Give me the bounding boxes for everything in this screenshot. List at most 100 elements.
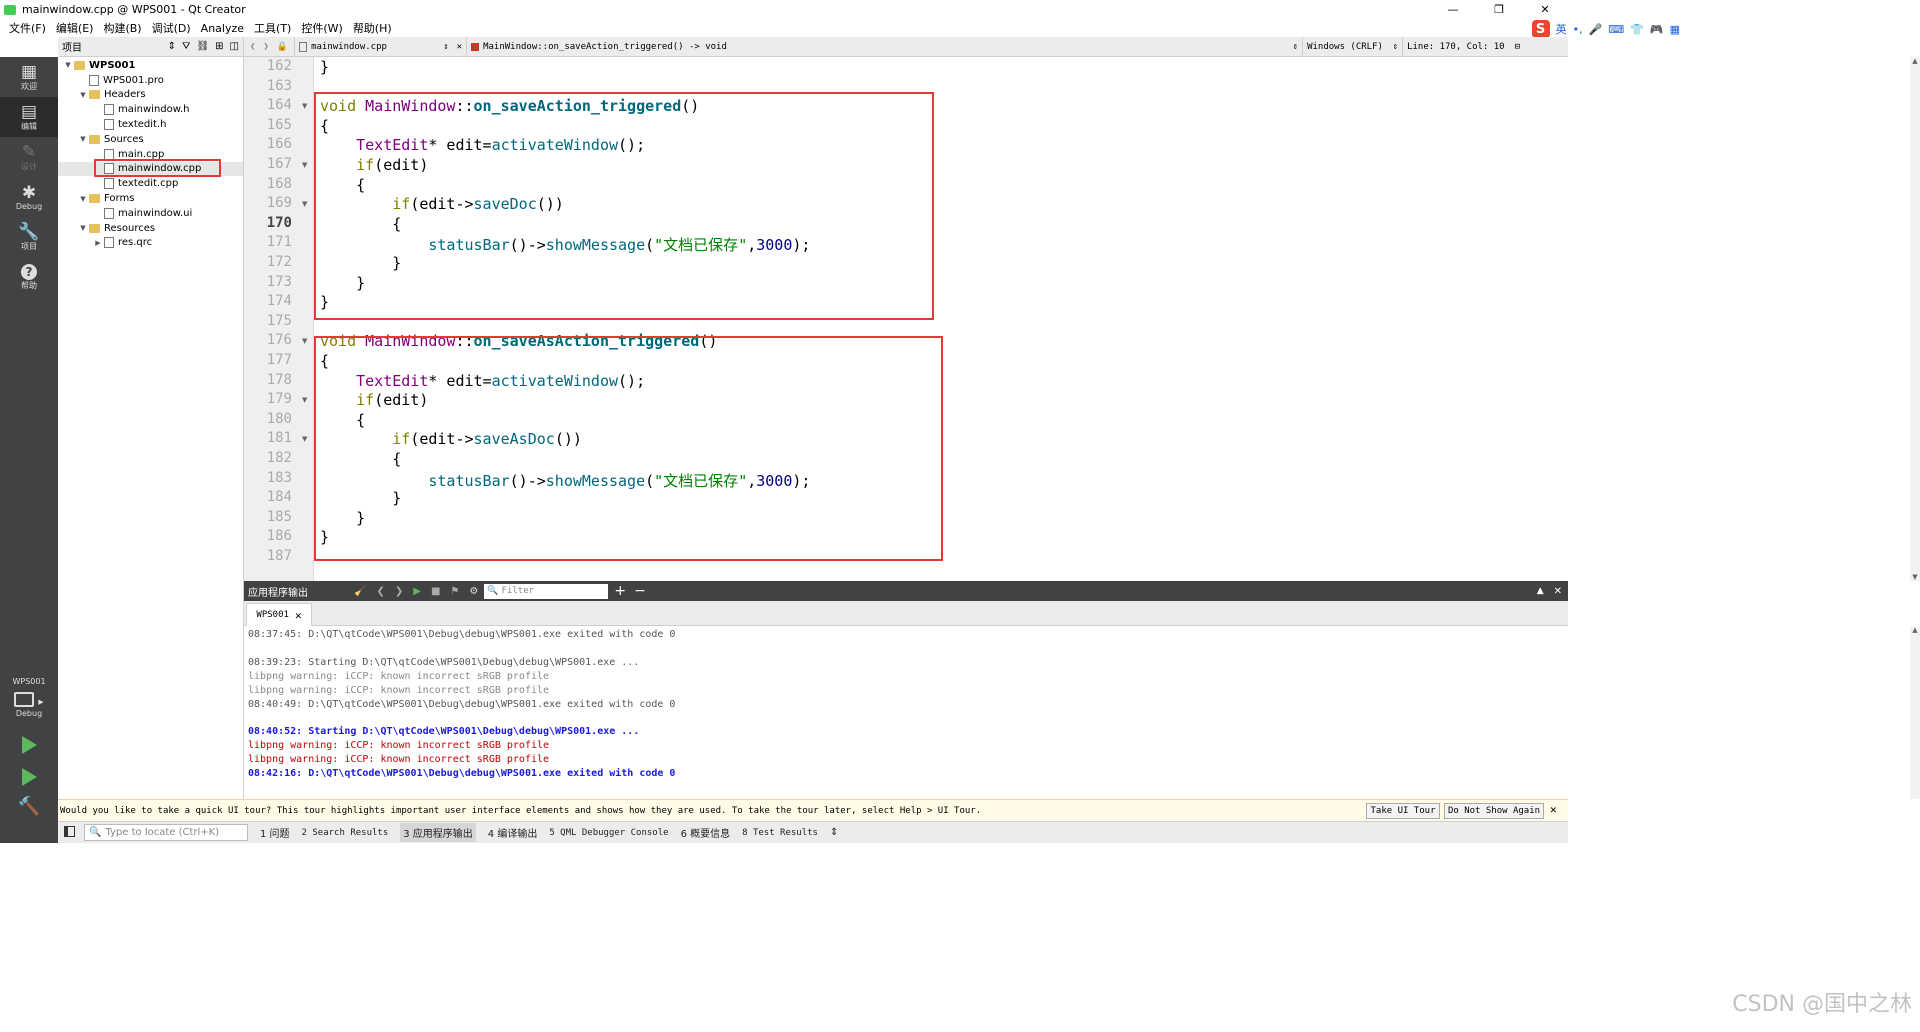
project-panel-title[interactable]: 项目 bbox=[62, 39, 82, 54]
next-item-icon[interactable]: ❯ bbox=[395, 586, 403, 597]
tree-item[interactable]: ▼ Forms bbox=[58, 191, 243, 206]
editor-scrollbar[interactable]: ▲ ▼ bbox=[1910, 57, 1920, 581]
mode-debug[interactable]: ✱ Debug bbox=[0, 177, 58, 217]
pane-general-messages[interactable]: 6 概要信息 bbox=[681, 825, 731, 840]
scroll-down-icon[interactable]: ▼ bbox=[1910, 573, 1920, 581]
cursor-position[interactable]: Line: 170, Col: 10 bbox=[1407, 42, 1505, 52]
prev-item-icon[interactable]: ❮ bbox=[376, 586, 384, 597]
output-tab-wps001[interactable]: WPS001 ✕ bbox=[246, 603, 312, 626]
split-editor-icon[interactable]: ⊟ bbox=[1515, 42, 1520, 52]
tree-item[interactable]: mainwindow.h bbox=[58, 102, 243, 117]
take-ui-tour-button[interactable]: Take UI Tour bbox=[1366, 803, 1440, 819]
run-button[interactable] bbox=[0, 736, 58, 754]
debug-run-button[interactable] bbox=[0, 768, 58, 786]
chevron-right-icon[interactable]: ▶ bbox=[92, 239, 104, 247]
fold-marker-icon[interactable]: ▼ bbox=[302, 102, 307, 110]
pane-issues[interactable]: 1 问题 bbox=[260, 825, 290, 840]
fold-marker-icon[interactable]: ▼ bbox=[302, 337, 307, 345]
maximize-pane-icon[interactable]: ▲ bbox=[1537, 586, 1554, 596]
tree-item[interactable]: ▼ WPS001 bbox=[58, 58, 243, 73]
fold-marker-icon[interactable]: ▼ bbox=[302, 396, 307, 404]
chevron-down-icon[interactable]: ▼ bbox=[77, 195, 89, 203]
link-icon[interactable]: ⛓ bbox=[196, 41, 209, 52]
open-document-selector[interactable]: mainwindow.cpp bbox=[311, 42, 387, 52]
sogou-logo-icon[interactable]: S bbox=[1531, 20, 1550, 38]
fold-marker-icon[interactable]: ▼ bbox=[302, 200, 307, 208]
tree-item[interactable]: ▼ Headers bbox=[58, 88, 243, 103]
back-icon[interactable]: ❮ bbox=[250, 42, 255, 52]
tree-item[interactable]: textedit.h bbox=[58, 117, 243, 132]
clear-output-icon[interactable]: 🧹 bbox=[354, 586, 366, 597]
line-ending-dropdown-icon[interactable]: ⇕ bbox=[1393, 42, 1402, 52]
menu-help[interactable]: 帮助(H) bbox=[348, 20, 397, 36]
tree-item[interactable]: WPS001.pro bbox=[58, 73, 243, 88]
tree-item[interactable]: ▶ res.qrc bbox=[58, 236, 243, 251]
remove-pane-icon[interactable]: − bbox=[634, 583, 646, 599]
sort-icon[interactable]: ⇕ bbox=[168, 41, 176, 52]
rerun-icon[interactable]: ▶ bbox=[413, 586, 421, 597]
skin-icon[interactable]: 👕 bbox=[1630, 23, 1644, 36]
tree-item[interactable]: mainwindow.ui bbox=[58, 206, 243, 221]
output-filter-input[interactable]: 🔍 Filter bbox=[484, 583, 609, 599]
attach-icon[interactable]: ⚑ bbox=[450, 586, 459, 597]
tree-item[interactable]: ▼ Resources bbox=[58, 221, 243, 236]
application-output[interactable]: 08:37:45: D:\QT\qtCode\WPS001\Debug\debu… bbox=[244, 626, 1558, 799]
close-tour-icon[interactable]: ✕ bbox=[1550, 803, 1557, 816]
locator-input[interactable]: 🔍 Type to locate (Ctrl+K) bbox=[84, 824, 248, 841]
stop-icon[interactable]: ■ bbox=[431, 586, 440, 597]
menu-tools[interactable]: 工具(T) bbox=[249, 20, 296, 36]
output-scroll-up-icon[interactable]: ▲ bbox=[1910, 626, 1920, 634]
menu-build[interactable]: 构建(B) bbox=[98, 20, 146, 36]
pane-compile-output[interactable]: 4 编译输出 bbox=[488, 825, 538, 840]
chevron-down-icon[interactable]: ▼ bbox=[77, 224, 89, 232]
split-icon[interactable]: ⊞ bbox=[215, 41, 223, 52]
line-ending-selector[interactable]: Windows (CRLF) bbox=[1307, 42, 1383, 52]
mode-help[interactable]: ? 帮助 bbox=[0, 257, 58, 297]
chevron-down-icon[interactable]: ▼ bbox=[77, 135, 89, 143]
output-scrollbar[interactable]: ▲ bbox=[1910, 626, 1920, 799]
forward-icon[interactable]: ❯ bbox=[263, 42, 268, 52]
more-panes-icon[interactable]: ⇕ bbox=[830, 827, 838, 838]
pane-application-output[interactable]: 3 应用程序输出 bbox=[400, 823, 476, 842]
close-window-button[interactable]: ✕ bbox=[1522, 0, 1568, 19]
document-dropdown-icon[interactable]: ⇕ bbox=[443, 42, 448, 52]
menu-analyze[interactable]: Analyze bbox=[196, 22, 249, 35]
minimize-button[interactable]: — bbox=[1430, 0, 1476, 19]
chevron-down-icon[interactable]: ▼ bbox=[77, 91, 89, 99]
menu-edit[interactable]: 编辑(E) bbox=[51, 20, 99, 36]
scroll-up-icon[interactable]: ▲ bbox=[1910, 57, 1920, 65]
mode-design[interactable]: ✎ 设计 bbox=[0, 137, 58, 177]
fold-marker-icon[interactable]: ▼ bbox=[302, 161, 307, 169]
close-tab-icon[interactable]: ✕ bbox=[295, 609, 302, 622]
toggle-sidebar-icon[interactable] bbox=[64, 826, 75, 837]
do-not-show-again-button[interactable]: Do Not Show Again bbox=[1444, 803, 1544, 819]
close-pane-icon[interactable]: ◫ bbox=[230, 41, 239, 52]
fold-marker-icon[interactable]: ▼ bbox=[302, 435, 307, 443]
menu-window[interactable]: 控件(W) bbox=[296, 20, 347, 36]
kit-selector[interactable]: ▶ bbox=[0, 686, 58, 709]
mode-projects[interactable]: 🔧 项目 bbox=[0, 217, 58, 257]
pane-test-results[interactable]: 8 Test Results bbox=[742, 828, 818, 838]
grid-menu-icon[interactable]: ▦ bbox=[1670, 23, 1680, 36]
pane-search-results[interactable]: 2 Search Results bbox=[302, 828, 389, 838]
close-output-icon[interactable]: ✕ bbox=[1554, 586, 1568, 597]
symbol-dropdown-icon[interactable]: ⇕ bbox=[1293, 42, 1302, 52]
filter-icon[interactable]: ⛛ bbox=[182, 41, 190, 52]
code-editor[interactable]: 162} 163 164 ▼ void MainWindow::on_saveActio… bbox=[244, 57, 1558, 581]
ime-punct-icon[interactable]: •, bbox=[1573, 23, 1583, 36]
mode-edit[interactable]: ▤ 编辑 bbox=[0, 97, 58, 137]
microphone-icon[interactable]: 🎤 bbox=[1589, 23, 1603, 36]
add-pane-icon[interactable]: + bbox=[614, 583, 626, 599]
game-icon[interactable]: 🎮 bbox=[1650, 23, 1664, 36]
pane-qml-debugger-console[interactable]: 5 QML Debugger Console bbox=[549, 828, 668, 838]
mode-welcome[interactable]: ▦ 欢迎 bbox=[0, 57, 58, 97]
build-button[interactable]: 🔨 bbox=[0, 796, 58, 817]
keyboard-icon[interactable]: ⌨ bbox=[1608, 23, 1624, 36]
chevron-down-icon[interactable]: ▼ bbox=[62, 61, 74, 69]
tree-item[interactable]: textedit.cpp bbox=[58, 176, 243, 191]
settings-gear-icon[interactable]: ⚙ bbox=[469, 586, 478, 597]
close-document-icon[interactable]: ✕ bbox=[453, 42, 466, 52]
menu-debug[interactable]: 调试(D) bbox=[147, 20, 196, 36]
ime-language[interactable]: 英 bbox=[1556, 21, 1567, 37]
tree-item[interactable]: ▼ Sources bbox=[58, 132, 243, 147]
